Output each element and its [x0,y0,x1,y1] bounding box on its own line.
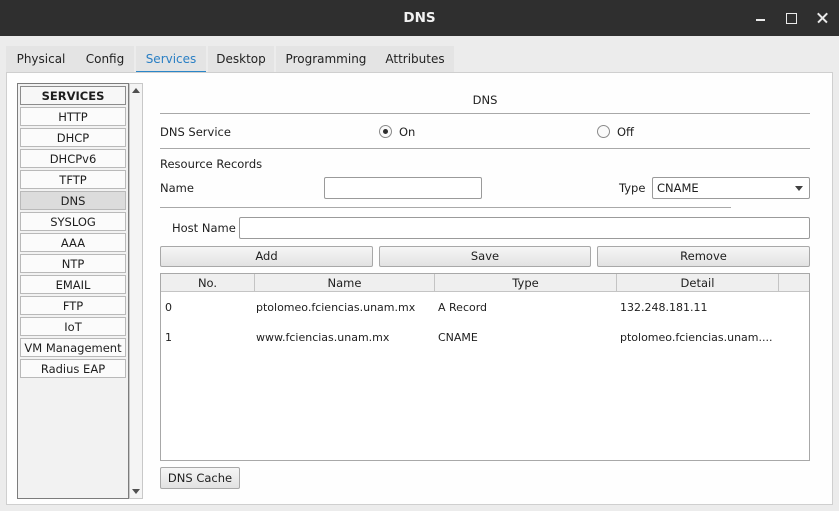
service-item-http[interactable]: HTTP [20,107,126,126]
divider [160,113,810,114]
service-item-iot[interactable]: IoT [20,317,126,336]
service-item-radius-eap[interactable]: Radius EAP [20,359,126,378]
cell-no: 1 [165,331,172,344]
divider [160,207,731,208]
tab-services[interactable]: Services [136,46,206,74]
tab-desktop[interactable]: Desktop [208,46,274,72]
records-table: No. Name Type Detail 0 ptolomeo.fciencia… [160,273,810,461]
cell-detail: ptolomeo.fciencias.unam.... [620,331,773,344]
column-header-filler [779,274,809,292]
column-header-name[interactable]: Name [255,274,435,292]
close-icon[interactable] [813,8,833,28]
host-name-input[interactable] [239,217,810,239]
dns-off-label: Off [617,125,634,139]
service-item-dhcp[interactable]: DHCP [20,128,126,147]
resource-records-label: Resource Records [160,157,263,171]
service-item-tftp[interactable]: TFTP [20,170,126,189]
cell-no: 0 [165,301,172,314]
dns-service-label: DNS Service [160,125,231,139]
tab-programming[interactable]: Programming [276,46,376,72]
window-title: DNS [403,10,436,26]
title-bar: DNS [0,0,839,36]
service-item-vm-management[interactable]: VM Management [20,338,126,357]
add-button[interactable]: Add [160,246,373,267]
column-header-type[interactable]: Type [435,274,617,292]
section-title: DNS [472,93,498,107]
tab-config[interactable]: Config [76,46,134,72]
services-scrollbar[interactable] [129,83,143,499]
type-select[interactable]: CNAME [652,177,810,199]
divider [160,148,810,149]
minimize-icon[interactable] [750,8,770,28]
service-item-aaa[interactable]: AAA [20,233,126,252]
service-item-syslog[interactable]: SYSLOG [20,212,126,231]
column-header-detail[interactable]: Detail [617,274,779,292]
type-label: Type [619,181,646,195]
cell-name: www.fciencias.unam.mx [256,331,390,344]
cell-detail: 132.248.181.11 [620,301,708,314]
services-header: SERVICES [20,86,126,105]
remove-button[interactable]: Remove [597,246,810,267]
cell-type: CNAME [438,331,478,344]
service-item-dhcpv6[interactable]: DHCPv6 [20,149,126,168]
host-name-label: Host Name [172,221,236,235]
dns-cache-button[interactable]: DNS Cache [160,467,240,489]
tab-attributes[interactable]: Attributes [376,46,454,72]
dns-on-label: On [399,125,416,139]
dns-off-radio[interactable] [597,125,610,138]
service-item-ntp[interactable]: NTP [20,254,126,273]
tab-physical[interactable]: Physical [6,46,76,72]
cell-name: ptolomeo.fciencias.unam.mx [256,301,416,314]
dns-on-radio[interactable] [379,125,392,138]
service-item-dns[interactable]: DNS [20,191,126,210]
name-input[interactable] [324,177,482,199]
type-select-value: CNAME [657,181,699,195]
column-header-no[interactable]: No. [161,274,255,292]
service-item-email[interactable]: EMAIL [20,275,126,294]
scroll-down-icon[interactable] [132,489,140,494]
service-item-ftp[interactable]: FTP [20,296,126,315]
scroll-up-icon[interactable] [132,88,140,93]
cell-type: A Record [438,301,488,314]
services-list: SERVICES HTTP DHCP DHCPv6 TFTP DNS SYSLO… [17,83,129,499]
chevron-down-icon [795,186,803,191]
save-button[interactable]: Save [379,246,591,267]
name-label: Name [160,181,194,195]
maximize-icon[interactable] [781,8,801,28]
